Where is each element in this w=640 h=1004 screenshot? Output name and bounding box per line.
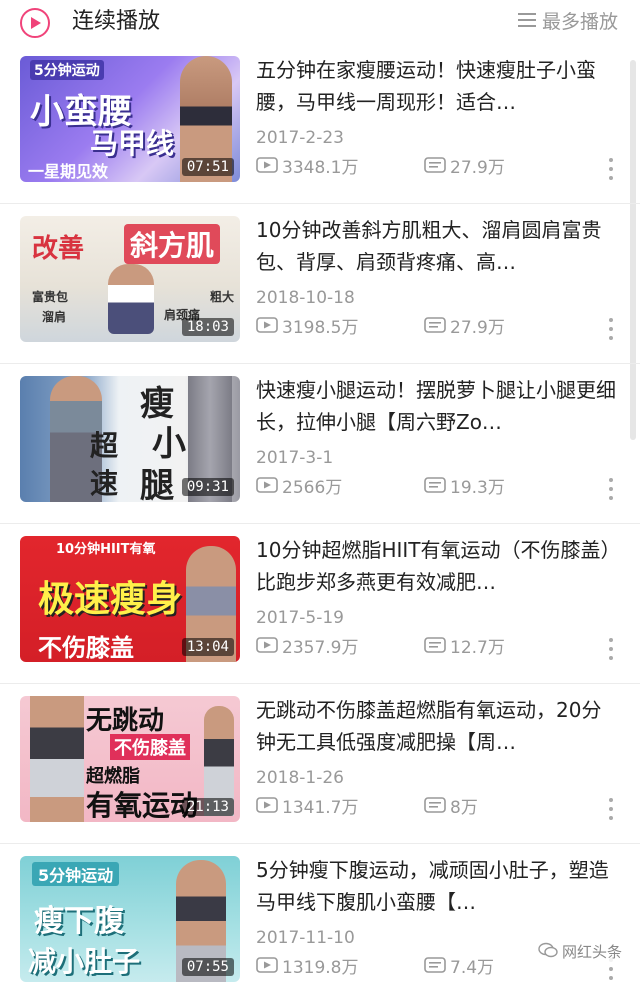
person-figure (30, 696, 84, 822)
publish-date: 2017-5-19 (256, 608, 344, 628)
video-thumbnail[interactable]: 10分钟HIIT有氧 极速瘦身 不伤膝盖 13:04 (20, 536, 240, 662)
play-count-icon (256, 636, 278, 660)
video-list: 5分钟运动 小蛮腰 马甲线 一星期见效 07:51 五分钟在家瘦腰运动！快速瘦肚… (0, 44, 640, 1004)
more-options-icon[interactable] (608, 638, 614, 660)
thumb-text: 不伤膝盖 (110, 734, 190, 760)
wechat-logo-icon (538, 942, 558, 962)
duration-badge: 07:55 (181, 958, 234, 976)
thumb-text: 速 (90, 467, 119, 500)
thumb-text: 5分钟运动 (30, 60, 104, 80)
video-title[interactable]: 5分钟瘦下腹运动，减顽固小肚子，塑造马甲线下腹肌小蛮腰【… (256, 854, 618, 918)
play-count-icon (256, 796, 278, 820)
comment-count: 12.7万 (424, 636, 505, 660)
thumb-text: 粗大 (210, 290, 235, 304)
danmaku-icon (424, 636, 446, 660)
video-item[interactable]: 无跳动 不伤膝盖 超燃脂 有氧运动 21:13 无跳动不伤膝盖超燃脂有氧运动，2… (0, 684, 640, 844)
comment-count: 27.9万 (424, 316, 505, 340)
video-item[interactable]: 5分钟运动 小蛮腰 马甲线 一星期见效 07:51 五分钟在家瘦腰运动！快速瘦肚… (0, 44, 640, 204)
danmaku-icon (424, 316, 446, 340)
thumb-text: 马甲线 (90, 127, 175, 160)
video-title[interactable]: 快速瘦小腿运动！摆脱萝卜腿让小腿更细长，拉伸小腿【周六野Zo… (256, 374, 618, 438)
watermark: 网红头条 (533, 939, 626, 964)
publish-date: 2018-1-26 (256, 768, 344, 788)
thumb-text: 斜方肌 (124, 224, 221, 264)
duration-badge: 18:03 (181, 318, 234, 336)
thumb-text: 富贵包 (32, 290, 69, 304)
more-options-icon[interactable] (608, 318, 614, 340)
thumb-text: 改善 (32, 234, 85, 264)
play-count-icon (256, 316, 278, 340)
video-thumbnail[interactable]: 5分钟运动 瘦下腹 减小肚子 07:55 (20, 856, 240, 982)
playlist-header: 连续播放 最多播放 (0, 0, 640, 44)
more-options-icon[interactable] (608, 478, 614, 500)
publish-date: 2017-11-10 (256, 928, 355, 948)
video-title[interactable]: 无跳动不伤膝盖超燃脂有氧运动，20分钟无工具低强度减肥操【周… (256, 694, 618, 758)
video-item[interactable]: 改善 斜方肌 富贵包 溜肩 粗大 肩颈痛 18:03 10分钟改善斜方肌粗大、溜… (0, 204, 640, 364)
play-count-icon (256, 156, 278, 180)
danmaku-icon (424, 476, 446, 500)
publish-date: 2017-2-23 (256, 128, 344, 148)
view-count: 3198.5万 (256, 316, 358, 340)
video-title[interactable]: 五分钟在家瘦腰运动！快速瘦肚子小蛮腰，马甲线一周现形！适合… (256, 54, 618, 118)
sort-label: 最多播放 (541, 11, 618, 33)
comment-count: 19.3万 (424, 476, 505, 500)
comment-count: 8万 (424, 796, 478, 820)
more-options-icon[interactable] (608, 798, 614, 820)
thumb-text: 无跳动 (86, 706, 165, 736)
danmaku-icon (424, 796, 446, 820)
sort-most-played-button[interactable]: 最多播放 (517, 8, 618, 36)
comment-count: 27.9万 (424, 156, 505, 180)
danmaku-icon (424, 156, 446, 180)
danmaku-icon (424, 956, 446, 980)
autoplay-label[interactable]: 连续播放 (72, 8, 160, 36)
thumb-text: 减小肚子 (28, 945, 141, 978)
view-count: 1341.7万 (256, 796, 358, 820)
publish-date: 2018-10-18 (256, 288, 355, 308)
video-thumbnail[interactable]: 无跳动 不伤膝盖 超燃脂 有氧运动 21:13 (20, 696, 240, 822)
video-thumbnail[interactable]: 改善 斜方肌 富贵包 溜肩 粗大 肩颈痛 18:03 (20, 216, 240, 342)
video-title[interactable]: 10分钟超燃脂HIIT有氧运动（不伤膝盖）比跑步郑多燕更有效减肥… (256, 534, 618, 598)
duration-badge: 21:13 (181, 798, 234, 816)
publish-date: 2017-3-1 (256, 448, 334, 468)
thumb-text: 瘦下腹 (34, 904, 124, 939)
play-circle-icon[interactable] (20, 8, 50, 38)
video-thumbnail[interactable]: 5分钟运动 小蛮腰 马甲线 一星期见效 07:51 (20, 56, 240, 182)
duration-badge: 09:31 (181, 478, 234, 496)
thumb-text: 不伤膝盖 (38, 634, 134, 662)
view-count: 3348.1万 (256, 156, 358, 180)
thumb-text: 极速瘦身 (38, 579, 183, 620)
comment-count: 7.4万 (424, 956, 494, 980)
menu-lines-icon (517, 8, 536, 36)
duration-badge: 07:51 (181, 158, 234, 176)
video-item[interactable]: 瘦 小 腿 超 速 09:31 快速瘦小腿运动！摆脱萝卜腿让小腿更细长，拉伸小腿… (0, 364, 640, 524)
play-count-icon (256, 476, 278, 500)
thumb-text: 腿 (140, 466, 174, 502)
more-options-icon[interactable] (608, 158, 614, 180)
video-item[interactable]: 10分钟HIIT有氧 极速瘦身 不伤膝盖 13:04 10分钟超燃脂HIIT有氧… (0, 524, 640, 684)
thumb-text: 超 (90, 429, 119, 462)
video-item[interactable]: 5分钟运动 瘦下腹 减小肚子 07:55 5分钟瘦下腹运动，减顽固小肚子，塑造马… (0, 844, 640, 1004)
view-count: 1319.8万 (256, 956, 358, 980)
thumb-text: 10分钟HIIT有氧 (56, 542, 156, 557)
video-thumbnail[interactable]: 瘦 小 腿 超 速 09:31 (20, 376, 240, 502)
person-figure (108, 264, 154, 334)
thumb-text: 一星期见效 (28, 162, 109, 181)
thumb-text: 溜肩 (42, 310, 67, 324)
view-count: 2566万 (256, 476, 342, 500)
watermark-text: 网红头条 (561, 943, 622, 961)
video-title[interactable]: 10分钟改善斜方肌粗大、溜肩圆肩富贵包、背厚、肩颈背疼痛、高… (256, 214, 618, 278)
view-count: 2357.9万 (256, 636, 358, 660)
play-count-icon (256, 956, 278, 980)
thumb-text: 5分钟运动 (32, 862, 120, 886)
duration-badge: 13:04 (181, 638, 234, 656)
